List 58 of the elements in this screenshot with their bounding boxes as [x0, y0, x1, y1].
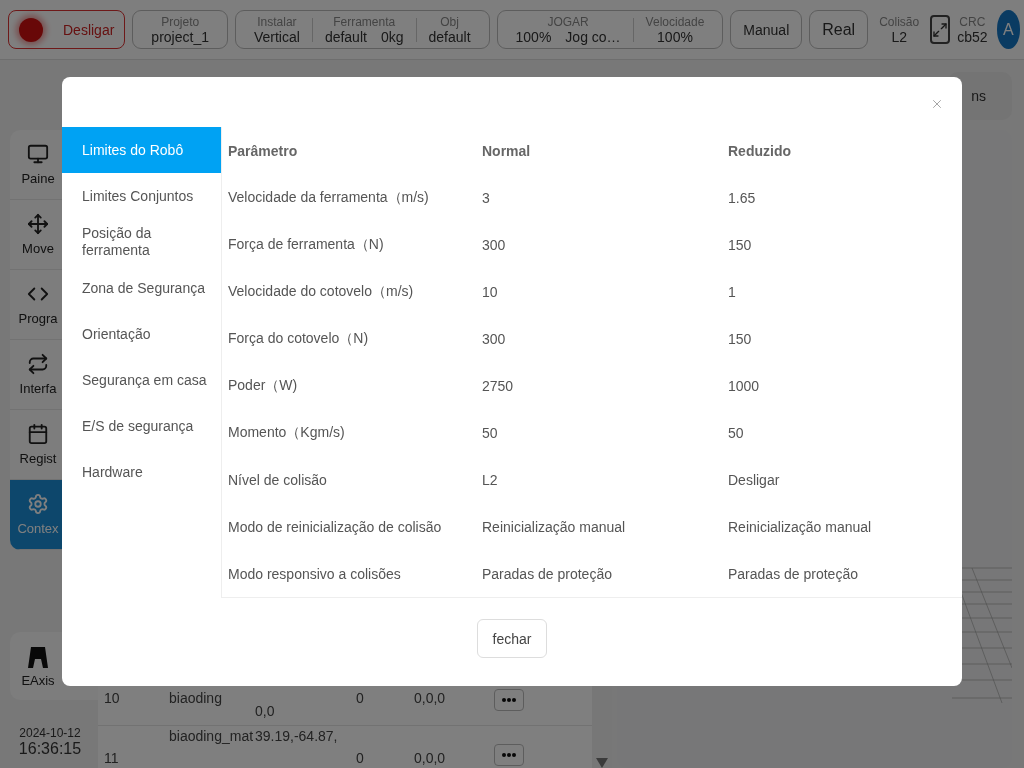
column-header: Reduzido: [727, 142, 792, 159]
column-header: Parâmetro: [227, 142, 299, 159]
table-cell-text: 11: [103, 749, 120, 768]
parameter-cell-text: Momento（Kgm/s): [227, 423, 346, 442]
normal-cell-text: Reinicialização manual: [481, 518, 627, 535]
parameter-cell-text: Força de ferramenta（N): [227, 235, 385, 254]
parameter-cell-text: Velocidade do cotovelo（m/s): [227, 282, 415, 301]
status-value: project_1: [151, 29, 209, 45]
column-header: Normal: [481, 142, 532, 159]
date-text: 2024-10-12: [19, 726, 81, 740]
time-text: 16:36:15: [18, 740, 82, 758]
reduced-cell-text: 150: [727, 236, 753, 253]
table-cell-text: 0,0,0: [413, 689, 447, 708]
status-value: Jog co…: [565, 29, 621, 45]
collision-value: L2: [891, 29, 907, 45]
collision-label: Colisão: [879, 14, 920, 30]
status-value: default: [428, 29, 471, 45]
reduced-cell-text: 1.65: [727, 189, 757, 206]
status-label: Ferramenta: [333, 14, 396, 30]
table-cell-text: biaoding: [168, 689, 223, 708]
parameter-cell-text: Poder（W): [227, 376, 299, 395]
crc-label: CRC: [959, 14, 986, 30]
normal-cell-text: 300: [481, 236, 507, 253]
parameter-cell-text: Modo de reinicialização de colisão: [227, 518, 443, 535]
status-label: Obj: [440, 14, 459, 30]
normal-cell-text: Paradas de proteção: [481, 565, 613, 582]
reduced-cell-text: Desligar: [727, 471, 781, 488]
reduced-cell-text: Reinicialização manual: [727, 518, 873, 535]
status-label: Projeto: [161, 14, 200, 30]
parameter-cell-text: Velocidade da ferramenta（m/s): [227, 188, 430, 207]
status-value: 100%: [657, 29, 693, 45]
reduced-cell-text: 150: [727, 330, 753, 347]
reduced-cell-text: Paradas de proteção: [727, 565, 859, 582]
table-cell-text: 0,0,0: [413, 749, 447, 768]
reduced-cell-text: 50: [727, 424, 745, 441]
table-cell-text: 0: [355, 689, 365, 708]
status-value: Vertical: [253, 29, 300, 45]
status-value: default: [324, 29, 367, 45]
normal-cell-text: 2750: [481, 377, 515, 394]
table-cell-text: 10: [103, 689, 121, 708]
crc-value: cb52: [957, 29, 988, 45]
normal-cell-text: 10: [481, 283, 499, 300]
status-label: JOGAR: [547, 14, 589, 30]
table-cell-text: 0,0: [254, 702, 276, 721]
table-cell-text: 0: [355, 749, 365, 768]
parameter-cell-text: Força do cotovelo（N): [227, 329, 370, 348]
parameter-cell-text: Nível de colisão: [227, 471, 328, 488]
status-value: 100%: [515, 29, 552, 45]
status-label: Instalar: [257, 14, 297, 30]
parameter-cell-text: Modo responsivo a colisões: [227, 565, 402, 582]
normal-cell-text: 3: [481, 189, 491, 206]
reduced-cell-text: 1: [727, 283, 737, 300]
normal-cell-text: L2: [481, 471, 499, 488]
status-label: Velocidade: [645, 14, 705, 30]
status-value: 0kg: [380, 29, 404, 45]
normal-cell-text: 300: [481, 330, 507, 347]
normal-cell-text: 50: [481, 424, 499, 441]
reduced-cell-text: 1000: [727, 377, 761, 394]
